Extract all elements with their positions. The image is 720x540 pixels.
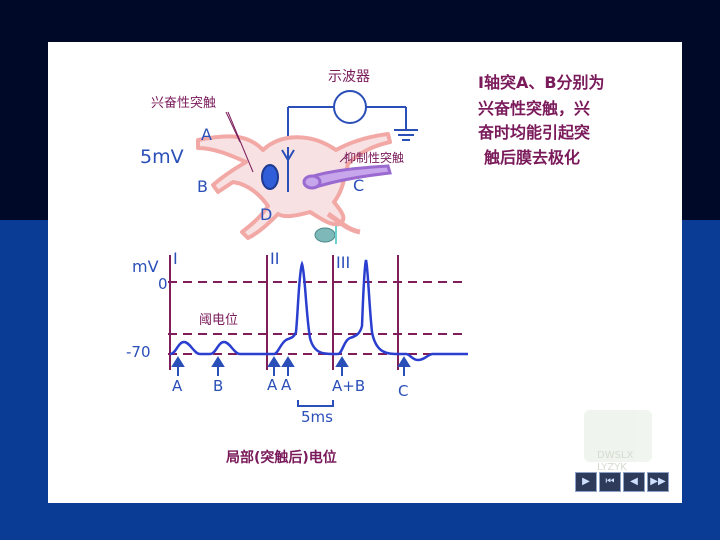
previous-slide-button[interactable]: ◀ [623, 472, 645, 492]
play-button[interactable]: ▶ [575, 472, 597, 492]
inhibitory-synapse-label: 抑制性突触 [344, 150, 404, 165]
excitatory-terminal-b [261, 164, 279, 190]
inhibitory-terminal-c [302, 174, 322, 190]
oscilloscope-label: 示波器 [328, 69, 370, 85]
time-scale-bracket [297, 400, 334, 407]
slide: 示波器 兴奋性突触 抑制性突触 A 5mV B C D Ⅰ轴突A、B分别为 兴奋… [48, 42, 682, 503]
explanation-text: Ⅰ轴突A、B分别为 兴奋性突触，兴 奋时均能引起突 触后膜去极化 [477, 73, 605, 167]
rest-label: -70 [126, 343, 151, 361]
threshold-label: 阈电位 [199, 313, 238, 328]
watermark-text: DWSLX [597, 450, 634, 461]
stimulus-labels: A B A A A+B C [172, 376, 408, 400]
section-label-3: III [336, 253, 350, 272]
section-label-1: I [173, 249, 178, 268]
watermark: DWSLX LYZYK [584, 410, 652, 473]
time-scale-label: 5ms [301, 408, 333, 426]
stimulus-label: A [281, 376, 292, 394]
section-label-2: II [270, 249, 279, 268]
figure-caption: 局部(突触后)电位 [226, 449, 337, 466]
stimulus-label: A [172, 377, 183, 395]
output-axon-terminal [314, 226, 337, 244]
diagram: 示波器 兴奋性突触 抑制性突触 A 5mV B C D Ⅰ轴突A、B分别为 兴奋… [126, 69, 652, 473]
excitatory-synapse-label: 兴奋性突触 [151, 95, 216, 111]
stimulus-label: A [267, 376, 278, 394]
explanation-line: 奋时均能引起突 [477, 123, 590, 142]
stimulus-label: C [398, 382, 408, 400]
label-d: D [260, 205, 272, 224]
explanation-line: 兴奋性突触，兴 [478, 99, 590, 118]
explanation-line: 触后膜去极化 [483, 148, 580, 167]
next-slide-button[interactable]: ▶▶ [647, 472, 669, 492]
label-c: C [353, 176, 364, 195]
label-a: A [201, 125, 212, 144]
first-slide-button[interactable]: ⏮ [599, 472, 621, 492]
stimulus-label: A+B [332, 377, 365, 395]
stimulus-label: B [213, 377, 223, 395]
zero-label: 0 [158, 275, 168, 293]
stimulus-arrows [171, 356, 411, 376]
potential-trace [169, 259, 468, 362]
explanation-line: Ⅰ轴突A、B分别为 [478, 73, 605, 92]
unit-label: mV [132, 257, 159, 276]
voltage-scale-label: 5mV [140, 146, 184, 168]
ground-icon [394, 129, 418, 141]
label-b: B [197, 177, 208, 196]
